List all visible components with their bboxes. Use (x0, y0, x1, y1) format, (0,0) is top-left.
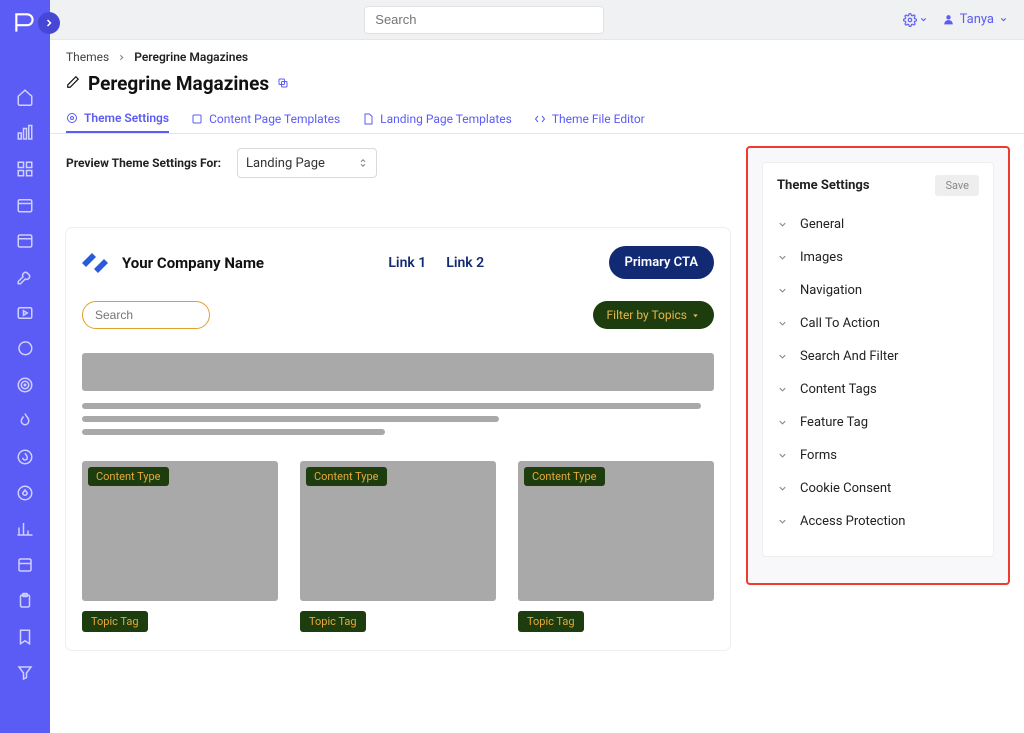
chevron-down-icon (777, 252, 788, 263)
brand-name: Your Company Name (122, 254, 264, 272)
preview-for-dropdown[interactable]: Landing Page (237, 148, 377, 178)
topic-tag: Topic Tag (82, 611, 148, 632)
panel-title: Theme Settings (777, 178, 870, 193)
preview-search-input[interactable] (82, 301, 210, 329)
settings-section-general[interactable]: General (777, 208, 979, 241)
settings-section-images[interactable]: Images (777, 241, 979, 274)
chevron-down-icon (777, 219, 788, 230)
settings-section-access-protection[interactable]: Access Protection (777, 505, 979, 538)
chevron-down-icon (777, 450, 788, 461)
text-line-placeholder (82, 416, 499, 422)
play-icon[interactable] (16, 304, 34, 322)
tab-landing-page-templates[interactable]: Landing Page Templates (362, 105, 512, 133)
app-logo (10, 8, 40, 38)
home-icon[interactable] (16, 88, 34, 106)
global-search-input[interactable] (364, 6, 604, 34)
grid-icon[interactable] (16, 160, 34, 178)
user-menu[interactable]: Tanya (942, 12, 1008, 27)
settings-gear-icon[interactable] (903, 13, 928, 27)
droplet-icon[interactable] (16, 484, 34, 502)
filter-by-topics-button[interactable]: Filter by Topics (593, 301, 714, 329)
app-sidebar (0, 0, 50, 733)
filter-icon[interactable] (16, 664, 34, 682)
text-line-placeholder (82, 403, 701, 409)
save-button[interactable]: Save (935, 175, 979, 196)
brand-logo-icon (82, 251, 112, 275)
layers-icon[interactable] (16, 556, 34, 574)
edit-icon[interactable] (66, 74, 80, 93)
breadcrumb-root[interactable]: Themes (66, 50, 109, 64)
bookmark-icon[interactable] (16, 628, 34, 646)
chart-icon[interactable] (16, 520, 34, 538)
breadcrumb: Themes Peregrine Magazines (50, 40, 1024, 68)
primary-cta-button[interactable]: Primary CTA (609, 246, 715, 279)
expand-sidebar-button[interactable] (38, 12, 60, 34)
chevron-down-icon (777, 351, 788, 362)
preview-card: Content Type Topic Tag (82, 461, 278, 632)
tabs: Theme Settings Content Page Templates La… (50, 105, 1024, 134)
topbar: Tanya (50, 0, 1024, 40)
chevron-right-icon (117, 53, 126, 62)
chevron-down-icon (777, 318, 788, 329)
flame2-icon[interactable] (16, 448, 34, 466)
calendar-icon[interactable] (16, 196, 34, 214)
target-icon[interactable] (16, 376, 34, 394)
content-type-tag: Content Type (88, 467, 169, 486)
text-line-placeholder (82, 429, 385, 435)
chevron-down-icon (777, 516, 788, 527)
chat-icon[interactable] (16, 340, 34, 358)
content-type-tag: Content Type (524, 467, 605, 486)
content-type-tag: Content Type (306, 467, 387, 486)
settings-section-feature-tag[interactable]: Feature Tag (777, 406, 979, 439)
theme-preview: Your Company Name Link 1 Link 2 Primary … (66, 228, 730, 650)
select-caret-icon (358, 156, 368, 170)
analytics-icon[interactable] (16, 124, 34, 142)
preview-link-2[interactable]: Link 2 (446, 255, 484, 271)
preview-for-label: Preview Theme Settings For: (66, 156, 221, 170)
tools-icon[interactable] (16, 268, 34, 286)
page-title: Peregrine Magazines (88, 72, 269, 95)
topic-tag: Topic Tag (518, 611, 584, 632)
settings-section-navigation[interactable]: Navigation (777, 274, 979, 307)
settings-section-forms[interactable]: Forms (777, 439, 979, 472)
theme-settings-panel: Theme Settings Save General Images Navig… (746, 146, 1010, 585)
tab-content-page-templates[interactable]: Content Page Templates (191, 105, 340, 133)
clipboard-icon[interactable] (16, 592, 34, 610)
tab-theme-file-editor[interactable]: Theme File Editor (534, 105, 645, 133)
settings-section-cookie-consent[interactable]: Cookie Consent (777, 472, 979, 505)
preview-link-1[interactable]: Link 1 (388, 255, 426, 271)
user-name: Tanya (960, 12, 994, 27)
chevron-down-icon (777, 483, 788, 494)
settings-section-cta[interactable]: Call To Action (777, 307, 979, 340)
flame-icon[interactable] (16, 412, 34, 430)
caret-down-icon (691, 311, 700, 320)
tab-theme-settings[interactable]: Theme Settings (66, 105, 169, 133)
chevron-down-icon (777, 417, 788, 428)
preview-card: Content Type Topic Tag (300, 461, 496, 632)
breadcrumb-current: Peregrine Magazines (134, 50, 248, 64)
chevron-down-icon (777, 285, 788, 296)
settings-section-search-filter[interactable]: Search And Filter (777, 340, 979, 373)
topic-tag: Topic Tag (300, 611, 366, 632)
chevron-down-icon (777, 384, 788, 395)
hero-placeholder (82, 353, 714, 391)
window-icon[interactable] (16, 232, 34, 250)
copy-icon[interactable] (277, 74, 289, 93)
settings-section-content-tags[interactable]: Content Tags (777, 373, 979, 406)
preview-card: Content Type Topic Tag (518, 461, 714, 632)
